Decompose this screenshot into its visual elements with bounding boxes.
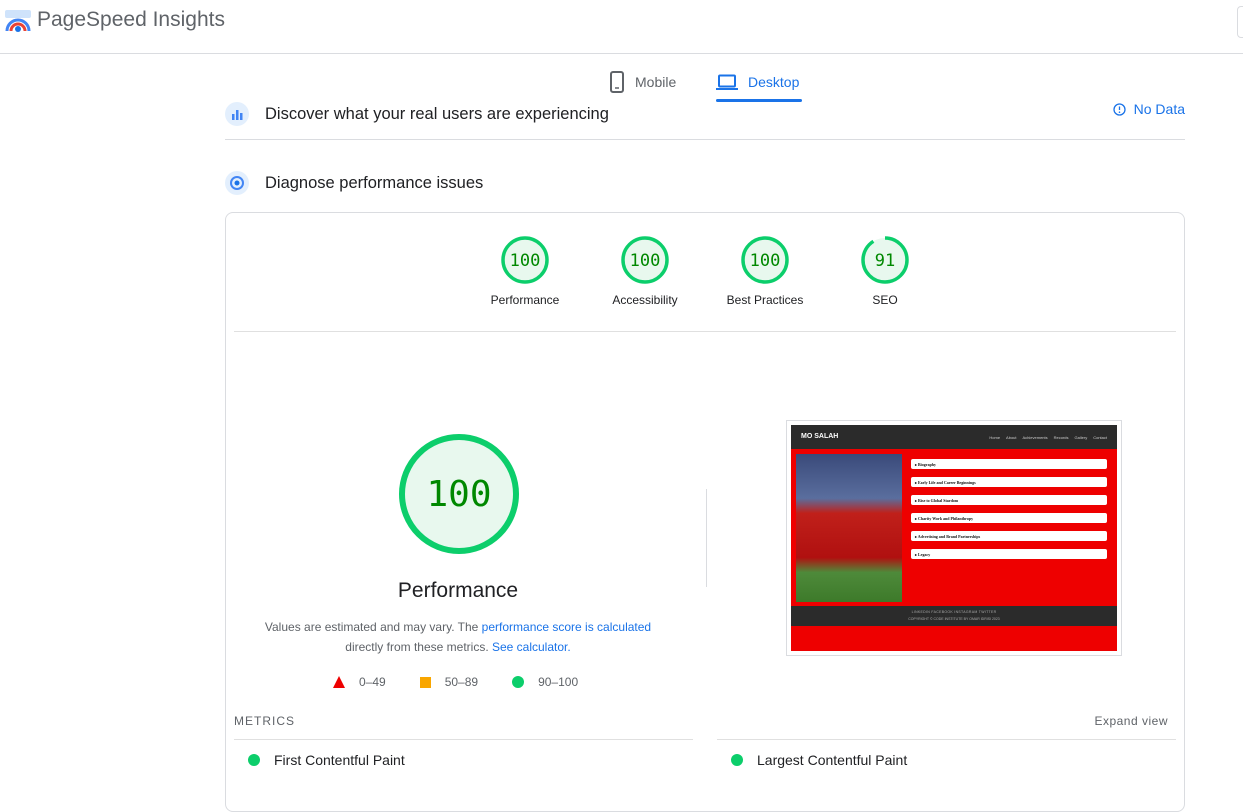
screenshot-nav-link: Contact	[1093, 435, 1107, 440]
app-title[interactable]: PageSpeed Insights	[37, 8, 225, 32]
divider	[717, 739, 1176, 740]
screenshot-brand: MO SALAH	[801, 433, 839, 440]
score-gauges: 100 Performance 100 Accessibility 100 Be…	[226, 213, 1184, 331]
screenshot-accordion: ▸ Biography ▸ Early Life and Career Begi…	[911, 459, 1107, 567]
score-legend: 0–49 50–89 90–100	[333, 675, 612, 689]
pass-circle-icon	[731, 754, 743, 766]
see-calculator-link[interactable]: See calculator.	[492, 640, 571, 654]
tab-mobile-label: Mobile	[635, 74, 677, 90]
crux-section-header: Discover what your real users are experi…	[225, 89, 1185, 140]
gauge-label: Best Practices	[726, 293, 804, 307]
screenshot-nav-link: Home	[989, 435, 1001, 440]
performance-title: Performance	[397, 579, 519, 602]
legend-item-fail: 0–49	[333, 675, 386, 689]
diagnose-title: Diagnose performance issues	[265, 173, 484, 192]
final-screenshot[interactable]: MO SALAH Home About Achievements Records…	[786, 420, 1122, 656]
note-text: directly from these metrics.	[345, 640, 492, 654]
metric-label: First Contentful Paint	[274, 752, 405, 768]
screenshot-nav-link: Gallery	[1074, 435, 1088, 440]
lighthouse-icon	[225, 171, 249, 195]
screenshot-footer: LINKEDIN FACEBOOK INSTAGRAM TWITTER COPY…	[791, 606, 1117, 626]
info-icon	[1112, 102, 1126, 116]
metric-first-contentful-paint: First Contentful Paint	[248, 752, 405, 768]
gauge-ring: 100	[501, 236, 549, 284]
score-calculated-link[interactable]: performance score is calculated	[482, 620, 651, 634]
screenshot-player-photo	[796, 454, 902, 602]
diagnose-section-header: Diagnose performance issues	[225, 163, 1185, 203]
screenshot-navbar: MO SALAH Home About Achievements Records…	[791, 425, 1117, 449]
gauge-seo[interactable]: 91 SEO	[825, 235, 945, 307]
performance-note: Values are estimated and may vary. The p…	[246, 617, 670, 657]
gauge-label: Performance	[490, 293, 560, 307]
metric-label: Largest Contentful Paint	[757, 752, 908, 768]
no-data-label: No Data	[1133, 101, 1185, 117]
legend-range: 0–49	[359, 675, 386, 689]
legend-item-pass: 90–100	[512, 675, 578, 689]
tab-desktop-label: Desktop	[748, 74, 800, 90]
screenshot-accordion-item: ▸ Legacy	[911, 549, 1107, 559]
screenshot-accordion-item: ▸ Biography	[911, 459, 1107, 469]
gauge-performance[interactable]: 100 Performance	[465, 235, 585, 307]
laptop-icon	[716, 74, 738, 90]
screenshot-page: MO SALAH Home About Achievements Records…	[791, 425, 1117, 651]
performance-score: 100	[426, 474, 491, 515]
performance-big-gauge: 100	[399, 434, 519, 554]
square-icon	[419, 676, 431, 688]
gauge-score: 100	[630, 251, 661, 271]
pagespeed-logo-icon[interactable]	[4, 9, 32, 33]
legend-range: 50–89	[444, 675, 479, 689]
circle-icon	[512, 676, 525, 688]
gauge-score: 100	[510, 251, 541, 271]
gauge-score: 91	[875, 251, 895, 271]
vertical-divider	[706, 489, 707, 587]
pass-circle-icon	[248, 754, 260, 766]
triangle-icon	[333, 676, 345, 688]
gauge-accessibility[interactable]: 100 Accessibility	[585, 235, 705, 307]
metrics-heading: METRICS	[234, 714, 295, 728]
screenshot-footer-copyright: COPYRIGHT © CODE INSTITUTE BY OMAR IDRIS…	[908, 617, 1000, 621]
legend-range: 90–100	[538, 675, 579, 689]
divider	[234, 331, 1176, 332]
crux-title: Discover what your real users are experi…	[265, 104, 609, 123]
screenshot-accordion-item: ▸ Advertising and Brand Partnerships	[911, 531, 1107, 541]
legend-item-average: 50–89	[419, 675, 479, 689]
divider	[234, 739, 693, 740]
gauge-ring: 100	[621, 236, 669, 284]
gauge-ring: 100	[741, 236, 789, 284]
gauge-label: Accessibility	[612, 293, 678, 307]
gauge-ring: 91	[861, 236, 909, 284]
screenshot-footer-links: LINKEDIN FACEBOOK INSTAGRAM TWITTER	[911, 610, 997, 614]
note-text: Values are estimated and may vary. The	[264, 620, 482, 634]
screenshot-nav-links: Home About Achievements Records Gallery …	[989, 435, 1107, 440]
expand-view-toggle[interactable]: Expand view	[1094, 714, 1168, 728]
top-bar: PageSpeed Insights	[0, 0, 1243, 54]
screenshot-nav-link: Achievements	[1022, 435, 1048, 440]
lighthouse-report: 100 Performance 100 Accessibility 100 Be…	[225, 212, 1185, 812]
screenshot-nav-link: Records	[1053, 435, 1069, 440]
no-data-link[interactable]: No Data	[1112, 101, 1185, 117]
gauge-score: 100	[750, 251, 781, 271]
gauge-best-practices[interactable]: 100 Best Practices	[705, 235, 825, 307]
screenshot-nav-link: About	[1006, 435, 1017, 440]
screenshot-accordion-item: ▸ Charity Work and Philanthropy	[911, 513, 1107, 523]
screenshot-accordion-item: ▸ Rise to Global Stardom	[911, 495, 1107, 505]
top-right-control[interactable]	[1237, 6, 1243, 38]
gauge-label: SEO	[872, 293, 898, 307]
metric-largest-contentful-paint: Largest Contentful Paint	[731, 752, 907, 768]
screenshot-accordion-item: ▸ Early Life and Career Beginnings	[911, 477, 1107, 487]
users-chart-icon	[225, 102, 249, 126]
